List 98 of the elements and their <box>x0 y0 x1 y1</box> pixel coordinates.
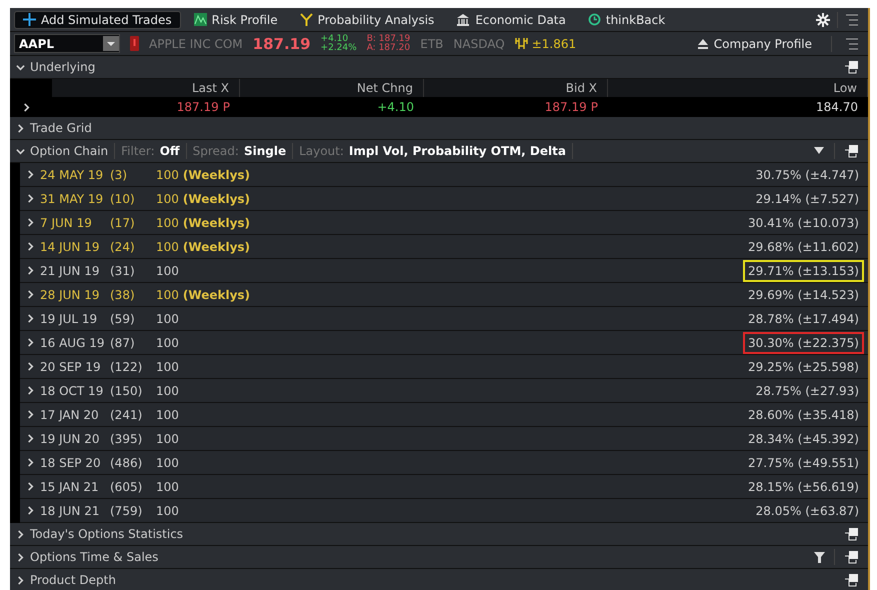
chevron-right-icon <box>16 530 25 538</box>
chevron-down-icon <box>16 146 25 156</box>
expiration-row[interactable]: 18 JUN 21 (759) 100 <box>26 504 179 518</box>
settings-icon[interactable] <box>813 12 833 26</box>
implied-volatility: 29.14% (±7.527) <box>754 190 860 208</box>
chevron-right-icon <box>26 482 35 491</box>
chevron-right-icon <box>26 362 35 371</box>
exchange-code: P <box>590 100 598 114</box>
section-header[interactable]: Product Depth <box>16 573 116 587</box>
expiration-row[interactable]: 19 JUN 20 (395) 100 <box>26 432 179 446</box>
implied-volatility: 30.75% (±4.747) <box>754 166 860 184</box>
expiration-row[interactable]: 15 JAN 21 (605) 100 <box>26 480 179 494</box>
table-cell: 187.19 <box>176 100 219 114</box>
chevron-right-icon <box>26 218 35 227</box>
chevron-right-icon <box>16 124 25 132</box>
bid-price: B: 187.19 <box>366 34 410 44</box>
implied-volatility: 29.25% (±25.598) <box>747 358 860 376</box>
expiration-row[interactable]: 16 AUG 19 (87) 100 <box>26 336 179 350</box>
column-header: Net Chng <box>240 79 424 97</box>
table-cell: 184.70 <box>816 100 858 114</box>
expiration-row[interactable]: 28 JUN 19 (38) 100 (Weeklys) <box>26 288 250 302</box>
chevron-down-icon <box>16 62 25 72</box>
section-header[interactable]: Trade Grid <box>16 121 92 135</box>
chevron-right-icon <box>26 410 35 419</box>
expiration-row[interactable]: 17 JAN 20 (241) 100 <box>26 408 179 422</box>
expiration-row[interactable]: 31 MAY 19 (10) 100 (Weeklys) <box>26 192 250 206</box>
chevron-right-icon <box>26 314 35 323</box>
implied-volatility: 28.78% (±17.494) <box>747 310 860 328</box>
eject-icon <box>696 38 709 50</box>
chevron-right-icon <box>26 266 35 275</box>
table-cell: +4.10 <box>377 100 414 114</box>
toolbar-button[interactable]: Probability Analysis <box>290 10 444 28</box>
column-header: Low <box>608 79 868 97</box>
implied-volatility: 30.41% (±10.073) <box>747 214 860 232</box>
expiration-row[interactable]: 19 JUL 19 (59) 100 <box>26 312 179 326</box>
chevron-right-icon <box>26 290 35 299</box>
implied-volatility: 29.71% (±13.153) <box>743 260 864 282</box>
chevron-right-icon <box>26 170 35 179</box>
layout-dropdown[interactable]: Layout: Impl Vol, Probability OTM, Delta <box>299 144 566 158</box>
implied-volatility: 29.68% (±11.602) <box>747 238 860 256</box>
chevron-right-icon <box>16 552 25 562</box>
last-price: 187.19 <box>252 34 311 52</box>
bracket-icon <box>514 38 528 49</box>
section-header[interactable]: Underlying <box>16 60 96 74</box>
expiration-row[interactable]: 20 SEP 19 (122) 100 <box>26 360 179 374</box>
expiration-row[interactable]: 18 OCT 19 (150) 100 <box>26 384 179 398</box>
implied-volatility: 30.30% (±22.375) <box>743 332 864 354</box>
implied-volatility: 27.75% (±49.551) <box>747 454 860 472</box>
implied-volatility: 28.15% (±56.619) <box>747 478 860 496</box>
expiration-row[interactable]: 18 SEP 20 (486) 100 <box>26 456 179 470</box>
percent-change: +2.24% <box>320 44 357 52</box>
company-profile-button[interactable]: Company Profile <box>688 34 821 52</box>
chevron-right-icon <box>26 458 35 467</box>
chart-icon <box>194 13 207 26</box>
expiration-row[interactable]: 21 JUN 19 (31) 100 <box>26 264 179 278</box>
chevron-right-icon <box>26 194 35 203</box>
implied-volatility: 28.05% (±63.87) <box>754 502 860 520</box>
symbol-field[interactable]: AAPL <box>14 34 120 53</box>
column-header: Last X <box>52 79 240 97</box>
expected-move: ±1.861 <box>532 36 576 50</box>
chevron-right-icon <box>26 386 35 395</box>
filter-dropdown[interactable]: Filter: Off <box>121 144 180 158</box>
history-icon <box>588 13 601 26</box>
implied-volatility: 28.75% (±27.93) <box>754 382 860 400</box>
toolbar-button[interactable]: Add Simulated Trades <box>14 10 181 28</box>
implied-volatility: 28.60% (±35.418) <box>747 406 860 424</box>
expiration-row[interactable]: 7 JUN 19 (17) 100 (Weeklys) <box>26 216 250 230</box>
chevron-right-icon <box>26 506 35 515</box>
implied-volatility: 29.69% (±14.523) <box>747 286 860 304</box>
net-change: +4.10 <box>320 34 348 44</box>
spread-dropdown[interactable]: Spread: Single <box>192 144 286 158</box>
chevron-right-icon <box>26 338 35 347</box>
company-name: APPLE INC COM <box>149 36 243 50</box>
exchange-code: P <box>222 100 230 114</box>
expiration-row[interactable]: 14 JUN 19 (24) 100 (Weeklys) <box>26 240 250 254</box>
plus-icon <box>23 13 36 26</box>
etb-label: ETB <box>420 36 444 50</box>
flag-icon <box>130 36 139 51</box>
fork-icon <box>300 13 313 26</box>
expiration-row[interactable]: 24 MAY 19 (3) 100 (Weeklys) <box>26 168 250 182</box>
section-header[interactable]: Today's Options Statistics <box>16 527 184 541</box>
chevron-right-icon <box>26 434 35 443</box>
toolbar-button[interactable]: Economic Data <box>447 10 575 28</box>
filter-icon[interactable] <box>811 552 828 562</box>
toolbar-button[interactable]: thinkBack <box>578 10 674 28</box>
chevron-right-icon <box>16 576 25 584</box>
section-header[interactable]: Option Chain <box>16 144 108 158</box>
building-icon <box>456 13 470 26</box>
column-header: Bid X <box>424 79 608 97</box>
dropdown-icon[interactable] <box>103 36 119 51</box>
chevron-right-icon <box>22 102 30 112</box>
exchange-label: NASDAQ <box>453 36 505 50</box>
implied-volatility: 28.34% (±45.392) <box>747 430 860 448</box>
toolbar-button[interactable]: Risk Profile <box>184 10 287 28</box>
table-cell: 187.19 <box>544 100 587 114</box>
section-header[interactable]: Options Time & Sales <box>16 550 158 564</box>
chevron-right-icon <box>26 242 35 251</box>
ask-price: A: 187.20 <box>366 44 410 52</box>
